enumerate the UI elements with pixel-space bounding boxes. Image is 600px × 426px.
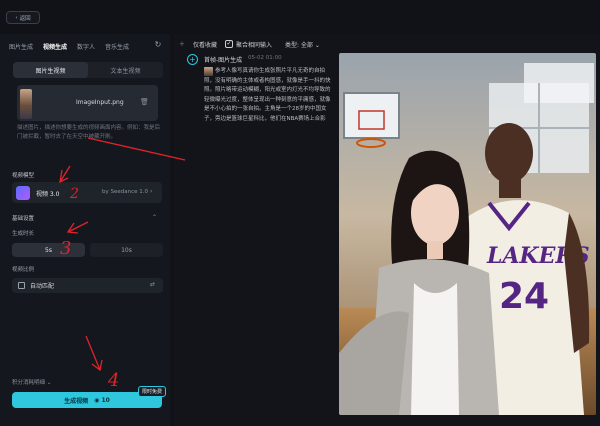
trash-icon[interactable]: 🗑 [140, 98, 149, 107]
model-name: 视频 3.0 [36, 191, 60, 198]
uploaded-filename: ImageInput.png [76, 99, 124, 106]
plus-icon[interactable]: + [179, 40, 185, 48]
model-logo-icon [16, 186, 30, 200]
model-section-title: 视频模型 [12, 173, 35, 179]
chevron-left-icon: ‹ [15, 14, 18, 21]
entry-timestamp: 05-02 01:00 [248, 55, 282, 61]
prompt-input[interactable]: 描述图片，描述你想要生成的视频画面内容。例如：我是后门被拦截，暂时去了在天空中被… [17, 124, 161, 142]
generation-tabs: 图片生成 视频生成 数字人 音乐生成 [9, 40, 169, 52]
favorites-filter[interactable]: 仅看收藏 [193, 40, 217, 49]
merge-filter-label: 聚合相同输入 [236, 42, 273, 49]
back-button[interactable]: ‹ 返回 [6, 11, 40, 24]
model-provider: by Seedance 1.0 [102, 189, 149, 195]
uploaded-image-thumbnail [20, 89, 32, 119]
generate-label: 生成视频 [64, 397, 89, 405]
generated-image[interactable]: LAKERS 24 [339, 53, 596, 415]
add-icon[interactable]: + [187, 54, 198, 65]
svg-text:24: 24 [499, 276, 549, 317]
refresh-icon[interactable]: ↻ [153, 40, 163, 50]
tab-music-gen[interactable]: 音乐生成 [105, 42, 129, 51]
entry-description: 参考人像写真请你生成张照片平凡无奇的自拍照，没有明确的主体或者构图感，就像是手一… [204, 68, 331, 122]
limited-free-badge: 限时免费 [138, 386, 167, 397]
tab-video-gen[interactable]: 视频生成 [43, 42, 67, 51]
entry-title: 首帧-图片生成 [204, 57, 243, 64]
type-filter[interactable]: 类型: 全部 ⌄ [285, 40, 320, 49]
chevron-right-icon: › [150, 188, 153, 195]
cost-value: 10 [101, 396, 110, 404]
back-label: 返回 [19, 15, 31, 22]
credits-label: 积分消耗明细 [12, 380, 46, 386]
credits-detail-link[interactable]: 积分消耗明细 ⌄ [12, 378, 51, 386]
swap-icon: ⇄ [150, 281, 156, 288]
duration-10s-button[interactable]: 10s [90, 243, 163, 257]
ratio-label: 视频比例 [12, 267, 35, 273]
entry-reference-thumbnail [204, 67, 213, 76]
type-filter-label: 类型: 全部 [285, 42, 313, 49]
ratio-value: 自动匹配 [30, 283, 55, 290]
merge-checkbox[interactable]: ✓ [225, 40, 233, 48]
duration-5s-button[interactable]: 5s [12, 243, 85, 257]
mode-image-to-video[interactable]: 图片生视频 [13, 62, 88, 78]
tab-image-gen[interactable]: 图片生成 [9, 42, 33, 51]
duration-label: 生成时长 [12, 231, 35, 237]
mode-text-to-video[interactable]: 文本生视频 [88, 62, 163, 78]
photo-illustration: LAKERS 24 [339, 53, 596, 415]
chevron-up-icon[interactable]: ⌃ [152, 214, 157, 221]
cost-display: ◉ 10 [94, 396, 110, 404]
mode-switch: 图片生视频 文本生视频 [13, 62, 163, 78]
tab-digital-human[interactable]: 数字人 [77, 42, 95, 51]
basic-settings-title: 基础设置 [12, 216, 35, 222]
aspect-ratio-icon [18, 282, 25, 289]
